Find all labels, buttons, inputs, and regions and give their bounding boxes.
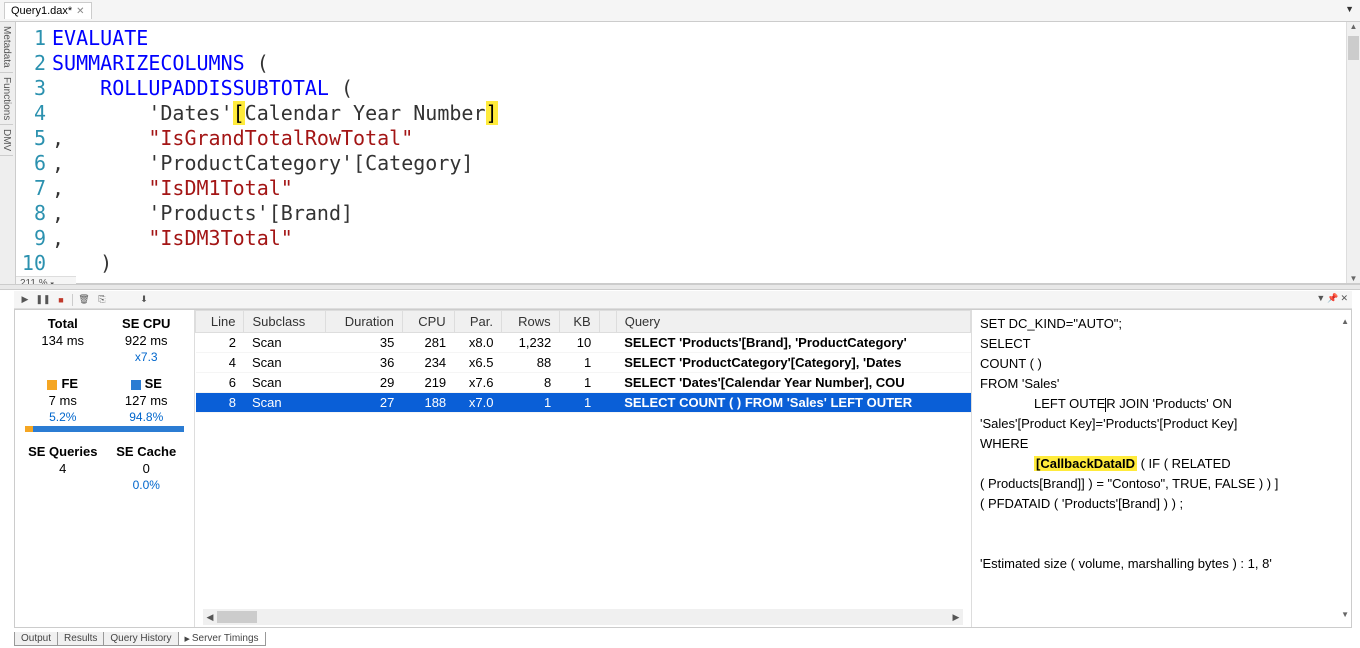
horizontal-splitter[interactable]	[0, 284, 1360, 290]
editor-vscrollbar[interactable]: ▲ ▼	[1346, 22, 1360, 283]
table-hscrollbar[interactable]: ◀ ▶	[203, 609, 963, 625]
scroll-up-icon[interactable]: ▲	[1341, 312, 1349, 332]
timing-stats: Total SE CPU 134 ms 922 ms x7.3 FE SE 7 …	[15, 310, 195, 627]
se-cpu-value: 922 ms	[105, 333, 189, 348]
close-icon[interactable]: ✕	[76, 6, 84, 17]
se-cache-pct: 0.0%	[105, 478, 189, 492]
side-tab-strip: Metadata Functions DMV	[0, 22, 16, 284]
play-icon[interactable]: ▶	[18, 293, 32, 307]
scroll-up-icon[interactable]: ▲	[1347, 22, 1360, 31]
se-cpu-label: SE CPU	[105, 316, 189, 331]
export-icon[interactable]: ⬇	[137, 293, 151, 307]
fe-se-bar	[25, 426, 184, 432]
table-row[interactable]: 4Scan36234x6.5881SELECT 'ProductCategory…	[196, 353, 971, 373]
dropdown-icon[interactable]: ▼	[1316, 293, 1325, 304]
code-area[interactable]: EVALUATE SUMMARIZECOLUMNS ( ROLLUPADDISS…	[52, 22, 1346, 283]
copy-icon[interactable]: ⎘	[95, 293, 109, 307]
line-gutter: 123 456 789 10	[16, 22, 52, 283]
total-value: 134 ms	[21, 333, 105, 348]
server-timings-panel: Total SE CPU 134 ms 922 ms x7.3 FE SE 7 …	[14, 309, 1352, 628]
se-cache-value: 0	[105, 461, 189, 476]
se-color-swatch	[131, 380, 141, 390]
table-row[interactable]: 8Scan27188x7.011SELECT COUNT ( ) FROM 'S…	[196, 393, 971, 413]
hscroll-thumb[interactable]	[217, 611, 257, 623]
fe-color-swatch	[47, 380, 57, 390]
fe-pct: 5.2%	[21, 410, 105, 424]
se-value: 127 ms	[105, 393, 189, 408]
scroll-down-icon[interactable]: ▼	[1347, 274, 1360, 283]
table-row[interactable]: 2Scan35281x8.01,23210SELECT 'Products'[B…	[196, 333, 971, 353]
se-pct: 94.8%	[105, 410, 189, 424]
code-editor[interactable]: 123 456 789 10 EVALUATE SUMMARIZECOLUMNS…	[16, 22, 1360, 284]
table-row[interactable]: 6Scan29219x7.681SELECT 'Dates'[Calendar …	[196, 373, 971, 393]
close-panel-icon[interactable]: ✕	[1340, 293, 1348, 304]
side-tab-functions[interactable]: Functions	[0, 73, 13, 125]
scroll-thumb[interactable]	[1348, 36, 1359, 60]
file-tab-label: Query1.dax*	[11, 5, 72, 17]
tab-query-history[interactable]: Query History	[103, 632, 178, 646]
side-tab-dmv[interactable]: DMV	[0, 125, 13, 156]
tab-output[interactable]: Output	[14, 632, 58, 646]
bottom-toolbar: ▶ ❚❚ ■ 🗑 ⎘ ⬇ ▼ 📌 ✕	[14, 291, 1352, 309]
scroll-down-icon[interactable]: ▼	[1341, 605, 1349, 625]
side-tab-metadata[interactable]: Metadata	[0, 22, 13, 73]
fe-value: 7 ms	[21, 393, 105, 408]
callback-highlight: [CallbackDataID	[1034, 456, 1137, 471]
file-tab-bar: Query1.dax* ✕ ▼	[0, 0, 1360, 22]
total-label: Total	[21, 316, 105, 331]
se-queries-value: 4	[21, 461, 105, 476]
scroll-right-icon[interactable]: ▶	[949, 612, 963, 623]
tab-results[interactable]: Results	[57, 632, 104, 646]
tab-server-timings[interactable]: ▶ Server Timings	[178, 632, 266, 646]
file-tab[interactable]: Query1.dax* ✕	[4, 2, 92, 19]
bottom-tab-strip: Output Results Query History ▶ Server Ti…	[14, 632, 265, 646]
scan-events-table: Line Subclass Duration CPU Par. Rows KB …	[195, 310, 971, 627]
parallel-factor: x7.3	[105, 350, 189, 364]
query-detail-pane[interactable]: ▲ SET DC_KIND="AUTO"; SELECT COUNT ( ) F…	[971, 310, 1351, 627]
stop-icon[interactable]: ■	[54, 293, 68, 307]
tab-overflow-dropdown[interactable]: ▼	[1345, 4, 1354, 14]
table-header-row: Line Subclass Duration CPU Par. Rows KB …	[196, 311, 971, 333]
trash-icon[interactable]: 🗑	[77, 293, 91, 307]
pause-icon[interactable]: ❚❚	[36, 293, 50, 307]
se-cache-label: SE Cache	[105, 444, 189, 459]
se-queries-label: SE Queries	[21, 444, 105, 459]
scroll-left-icon[interactable]: ◀	[203, 612, 217, 623]
pin-icon[interactable]: 📌	[1327, 293, 1338, 304]
